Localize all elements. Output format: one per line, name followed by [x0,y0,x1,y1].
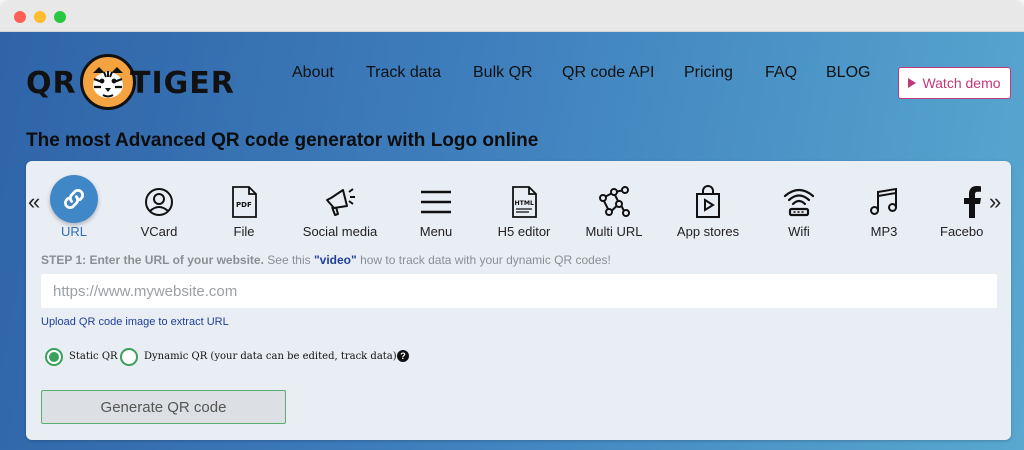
tiger-face-icon [80,54,136,110]
close-window-button[interactable] [14,11,26,23]
facebook-icon [953,183,990,221]
nav-pricing[interactable]: Pricing [684,64,733,82]
qr-type-label: Facebo [940,224,984,239]
qr-type-social-media[interactable]: Social media [295,175,385,245]
qr-type-h5-editor[interactable]: HTML H5 editor [479,175,569,245]
nav-track-data[interactable]: Track data [366,64,441,82]
qr-type-label: H5 editor [497,224,551,239]
pdf-file-icon: PDF [225,183,263,221]
help-icon[interactable]: ? [397,350,409,362]
step-see-this: See this [267,253,311,267]
generate-qr-button[interactable]: Generate QR code [41,390,286,424]
browser-window: QR TIGER About Track data Bulk QR QR cod… [0,0,1024,450]
qr-generator-panel: « URL VCard PDF File Social media Menu H… [26,161,1011,440]
qr-type-vcard[interactable]: VCard [114,175,204,245]
qr-type-app-stores[interactable]: App stores [663,175,753,245]
megaphone-icon [321,183,359,221]
step-title: STEP 1: Enter the URL of your website. [41,253,264,267]
qr-type-label: Menu [419,224,453,239]
wifi-icon [780,183,818,221]
maximize-window-button[interactable] [54,11,66,23]
qr-type-wifi[interactable]: Wifi [754,175,844,245]
step-instructions: STEP 1: Enter the URL of your website. S… [41,253,611,267]
qr-type-multi-url[interactable]: Multi URL [569,175,659,245]
nav-bulk-qr[interactable]: Bulk QR [473,64,533,82]
qr-type-label: VCard [140,224,178,239]
svg-text:PDF: PDF [236,201,252,209]
qr-type-label: URL [60,224,87,239]
user-circle-icon [140,183,178,221]
url-input[interactable] [41,274,997,308]
upload-qr-image-link[interactable]: Upload QR code image to extract URL [41,316,229,328]
qr-type-menu[interactable]: Menu [391,175,481,245]
qr-type-label: Multi URL [585,224,643,239]
qr-type-mp3[interactable]: MP3 [839,175,929,245]
dynamic-qr-radio[interactable] [120,348,138,366]
static-qr-label[interactable]: Static QR [69,351,118,362]
dynamic-qr-label[interactable]: Dynamic QR (your data can be edited, tra… [144,351,397,362]
watch-demo-label: Watch demo [922,75,1001,91]
menu-icon [417,183,455,221]
watch-demo-button[interactable]: Watch demo [898,67,1011,99]
shopping-bag-icon [689,183,727,221]
static-qr-radio[interactable] [45,348,63,366]
video-link[interactable]: "video" [314,253,357,267]
logo-text-qr: QR [26,66,77,101]
play-icon [908,78,917,88]
qr-type-label: App stores [676,224,740,239]
svg-text:HTML: HTML [515,200,535,207]
qr-type-label: File [233,224,255,239]
title-bar [0,0,1024,32]
network-icon [595,183,633,221]
link-icon [50,175,98,223]
nav-qr-code-api[interactable]: QR code API [562,64,655,82]
nav-about[interactable]: About [292,64,334,82]
step-rest: how to track data with your dynamic QR c… [360,253,611,267]
minimize-window-button[interactable] [34,11,46,23]
qr-type-url[interactable]: URL [29,175,119,245]
music-note-icon [865,183,903,221]
qr-type-label: MP3 [870,224,898,239]
page-content: QR TIGER About Track data Bulk QR QR cod… [0,32,1024,450]
qr-type-label: Social media [302,224,378,239]
html-file-icon: HTML [505,183,543,221]
qr-type-file[interactable]: PDF File [199,175,289,245]
nav-blog[interactable]: BLOG [826,64,870,82]
qr-tiger-logo[interactable]: QR TIGER [26,52,234,112]
qr-type-label: Wifi [788,224,810,239]
scroll-right-arrow-icon[interactable]: » [989,191,1001,213]
qr-type-facebook[interactable]: Facebo [926,175,990,245]
logo-text-tiger: TIGER [130,66,235,101]
page-headline: The most Advanced QR code generator with… [26,130,539,151]
nav-faq[interactable]: FAQ [765,64,797,82]
